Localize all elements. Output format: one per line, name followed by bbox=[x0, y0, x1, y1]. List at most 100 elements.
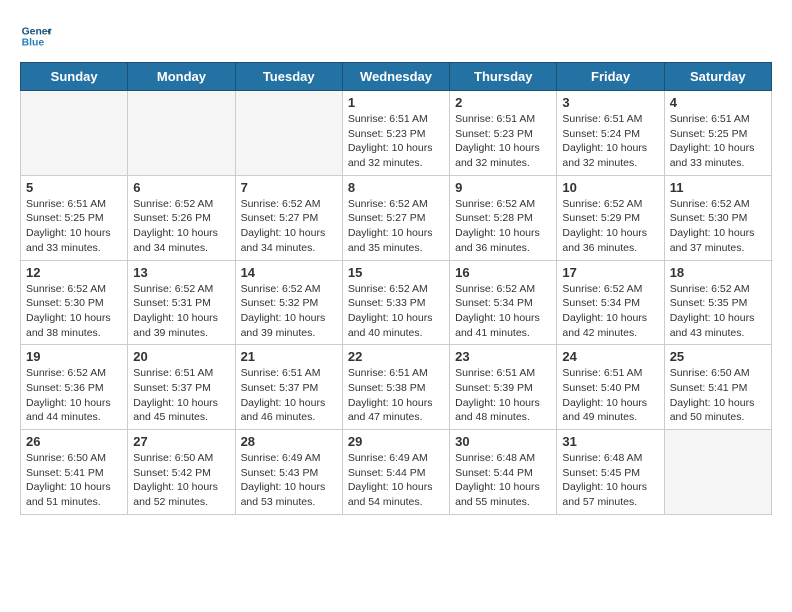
calendar-week-1: 1 Sunrise: 6:51 AMSunset: 5:23 PMDaylight… bbox=[21, 91, 772, 176]
calendar-cell: 11 Sunrise: 6:52 AMSunset: 5:30 PMDayligh… bbox=[664, 175, 771, 260]
day-info: Sunrise: 6:52 AMSunset: 5:34 PMDaylight:… bbox=[455, 282, 551, 341]
calendar-cell: 1 Sunrise: 6:51 AMSunset: 5:23 PMDaylight… bbox=[342, 91, 449, 176]
day-number: 3 bbox=[562, 95, 658, 110]
day-info: Sunrise: 6:52 AMSunset: 5:27 PMDaylight:… bbox=[241, 197, 337, 256]
calendar-cell: 19 Sunrise: 6:52 AMSunset: 5:36 PMDayligh… bbox=[21, 345, 128, 430]
day-number: 23 bbox=[455, 349, 551, 364]
day-number: 8 bbox=[348, 180, 444, 195]
logo-icon: General Blue bbox=[20, 20, 52, 52]
day-number: 5 bbox=[26, 180, 122, 195]
day-number: 14 bbox=[241, 265, 337, 280]
day-number: 7 bbox=[241, 180, 337, 195]
day-number: 10 bbox=[562, 180, 658, 195]
day-info: Sunrise: 6:51 AMSunset: 5:37 PMDaylight:… bbox=[133, 366, 229, 425]
day-info: Sunrise: 6:51 AMSunset: 5:40 PMDaylight:… bbox=[562, 366, 658, 425]
day-number: 25 bbox=[670, 349, 766, 364]
weekday-header-sunday: Sunday bbox=[21, 63, 128, 91]
day-info: Sunrise: 6:50 AMSunset: 5:42 PMDaylight:… bbox=[133, 451, 229, 510]
day-info: Sunrise: 6:49 AMSunset: 5:44 PMDaylight:… bbox=[348, 451, 444, 510]
day-info: Sunrise: 6:48 AMSunset: 5:44 PMDaylight:… bbox=[455, 451, 551, 510]
calendar-cell bbox=[235, 91, 342, 176]
calendar-cell: 18Sunrise: 6:52 AMSunset: 5:35 PMDayligh… bbox=[664, 260, 771, 345]
calendar-cell: 9 Sunrise: 6:52 AMSunset: 5:28 PMDaylight… bbox=[450, 175, 557, 260]
calendar-week-5: 26 Sunrise: 6:50 AMSunset: 5:41 PMDayligh… bbox=[21, 430, 772, 515]
day-info: Sunrise: 6:48 AMSunset: 5:45 PMDaylight:… bbox=[562, 451, 658, 510]
calendar-week-4: 19 Sunrise: 6:52 AMSunset: 5:36 PMDayligh… bbox=[21, 345, 772, 430]
calendar-cell: 30 Sunrise: 6:48 AMSunset: 5:44 PMDayligh… bbox=[450, 430, 557, 515]
day-number: 26 bbox=[26, 434, 122, 449]
day-info: Sunrise: 6:52 AMSunset: 5:32 PMDaylight:… bbox=[241, 282, 337, 341]
weekday-header-monday: Monday bbox=[128, 63, 235, 91]
calendar-cell: 16Sunrise: 6:52 AMSunset: 5:34 PMDayligh… bbox=[450, 260, 557, 345]
day-number: 30 bbox=[455, 434, 551, 449]
calendar-cell: 3Sunrise: 6:51 AMSunset: 5:24 PMDaylight… bbox=[557, 91, 664, 176]
day-number: 31 bbox=[562, 434, 658, 449]
day-number: 12 bbox=[26, 265, 122, 280]
svg-text:General: General bbox=[22, 26, 52, 37]
day-number: 20 bbox=[133, 349, 229, 364]
day-info: Sunrise: 6:52 AMSunset: 5:30 PMDaylight:… bbox=[26, 282, 122, 341]
day-number: 17 bbox=[562, 265, 658, 280]
day-number: 6 bbox=[133, 180, 229, 195]
day-number: 28 bbox=[241, 434, 337, 449]
calendar-cell: 20 Sunrise: 6:51 AMSunset: 5:37 PMDayligh… bbox=[128, 345, 235, 430]
calendar-cell: 10 Sunrise: 6:52 AMSunset: 5:29 PMDayligh… bbox=[557, 175, 664, 260]
day-info: Sunrise: 6:52 AMSunset: 5:36 PMDaylight:… bbox=[26, 366, 122, 425]
day-number: 19 bbox=[26, 349, 122, 364]
calendar-cell: 7 Sunrise: 6:52 AMSunset: 5:27 PMDaylight… bbox=[235, 175, 342, 260]
calendar-cell: 21Sunrise: 6:51 AMSunset: 5:37 PMDayligh… bbox=[235, 345, 342, 430]
calendar-cell: 29Sunrise: 6:49 AMSunset: 5:44 PMDayligh… bbox=[342, 430, 449, 515]
day-number: 13 bbox=[133, 265, 229, 280]
day-number: 27 bbox=[133, 434, 229, 449]
weekday-header-thursday: Thursday bbox=[450, 63, 557, 91]
day-info: Sunrise: 6:52 AMSunset: 5:27 PMDaylight:… bbox=[348, 197, 444, 256]
calendar-cell bbox=[128, 91, 235, 176]
weekday-header-saturday: Saturday bbox=[664, 63, 771, 91]
day-number: 2 bbox=[455, 95, 551, 110]
weekday-header-friday: Friday bbox=[557, 63, 664, 91]
calendar-week-2: 5 Sunrise: 6:51 AMSunset: 5:25 PMDaylight… bbox=[21, 175, 772, 260]
calendar-cell: 8 Sunrise: 6:52 AMSunset: 5:27 PMDaylight… bbox=[342, 175, 449, 260]
day-number: 15 bbox=[348, 265, 444, 280]
calendar-table: SundayMondayTuesdayWednesdayThursdayFrid… bbox=[20, 62, 772, 515]
calendar-cell: 2 Sunrise: 6:51 AMSunset: 5:23 PMDaylight… bbox=[450, 91, 557, 176]
day-info: Sunrise: 6:50 AMSunset: 5:41 PMDaylight:… bbox=[670, 366, 766, 425]
day-number: 4 bbox=[670, 95, 766, 110]
day-info: Sunrise: 6:52 AMSunset: 5:31 PMDaylight:… bbox=[133, 282, 229, 341]
day-number: 9 bbox=[455, 180, 551, 195]
calendar-cell: 26 Sunrise: 6:50 AMSunset: 5:41 PMDayligh… bbox=[21, 430, 128, 515]
day-number: 11 bbox=[670, 180, 766, 195]
day-info: Sunrise: 6:52 AMSunset: 5:29 PMDaylight:… bbox=[562, 197, 658, 256]
day-number: 1 bbox=[348, 95, 444, 110]
day-info: Sunrise: 6:51 AMSunset: 5:25 PMDaylight:… bbox=[26, 197, 122, 256]
day-info: Sunrise: 6:52 AMSunset: 5:33 PMDaylight:… bbox=[348, 282, 444, 341]
day-info: Sunrise: 6:52 AMSunset: 5:30 PMDaylight:… bbox=[670, 197, 766, 256]
day-info: Sunrise: 6:52 AMSunset: 5:26 PMDaylight:… bbox=[133, 197, 229, 256]
weekday-header-tuesday: Tuesday bbox=[235, 63, 342, 91]
day-info: Sunrise: 6:51 AMSunset: 5:23 PMDaylight:… bbox=[455, 112, 551, 171]
calendar-cell: 17 Sunrise: 6:52 AMSunset: 5:34 PMDayligh… bbox=[557, 260, 664, 345]
logo: General Blue bbox=[20, 20, 52, 52]
svg-text:Blue: Blue bbox=[22, 38, 45, 49]
calendar-week-3: 12 Sunrise: 6:52 AMSunset: 5:30 PMDayligh… bbox=[21, 260, 772, 345]
calendar-cell bbox=[21, 91, 128, 176]
day-number: 22 bbox=[348, 349, 444, 364]
day-info: Sunrise: 6:50 AMSunset: 5:41 PMDaylight:… bbox=[26, 451, 122, 510]
day-number: 21 bbox=[241, 349, 337, 364]
calendar-cell: 28Sunrise: 6:49 AMSunset: 5:43 PMDayligh… bbox=[235, 430, 342, 515]
day-info: Sunrise: 6:51 AMSunset: 5:23 PMDaylight:… bbox=[348, 112, 444, 171]
day-number: 24 bbox=[562, 349, 658, 364]
weekday-header-row: SundayMondayTuesdayWednesdayThursdayFrid… bbox=[21, 63, 772, 91]
page-header: General Blue bbox=[20, 20, 772, 52]
day-number: 18 bbox=[670, 265, 766, 280]
calendar-cell bbox=[664, 430, 771, 515]
calendar-cell: 5 Sunrise: 6:51 AMSunset: 5:25 PMDaylight… bbox=[21, 175, 128, 260]
day-info: Sunrise: 6:51 AMSunset: 5:38 PMDaylight:… bbox=[348, 366, 444, 425]
calendar-cell: 14 Sunrise: 6:52 AMSunset: 5:32 PMDayligh… bbox=[235, 260, 342, 345]
weekday-header-wednesday: Wednesday bbox=[342, 63, 449, 91]
day-info: Sunrise: 6:51 AMSunset: 5:25 PMDaylight:… bbox=[670, 112, 766, 171]
day-info: Sunrise: 6:52 AMSunset: 5:34 PMDaylight:… bbox=[562, 282, 658, 341]
calendar-cell: 6 Sunrise: 6:52 AMSunset: 5:26 PMDaylight… bbox=[128, 175, 235, 260]
calendar-cell: 31 Sunrise: 6:48 AMSunset: 5:45 PMDayligh… bbox=[557, 430, 664, 515]
day-info: Sunrise: 6:52 AMSunset: 5:28 PMDaylight:… bbox=[455, 197, 551, 256]
